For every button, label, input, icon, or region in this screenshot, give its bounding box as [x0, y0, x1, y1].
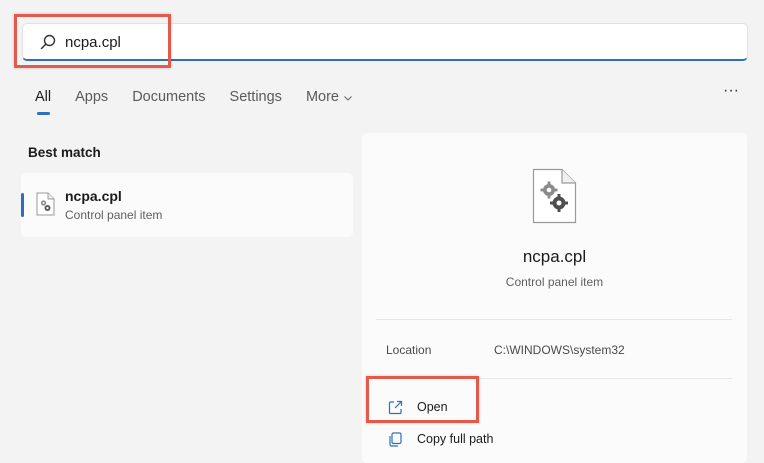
active-tab-indicator	[37, 112, 50, 115]
detail-subtitle: Control panel item	[505, 275, 604, 289]
open-external-icon	[388, 400, 403, 414]
chevron-down-icon	[344, 95, 352, 101]
result-name: ncpa.cpl	[65, 188, 122, 204]
location-label: Location	[386, 343, 432, 357]
control-panel-file-icon	[36, 192, 55, 216]
selection-indicator	[21, 193, 24, 217]
tab-more-label: More	[305, 89, 339, 105]
tab-documents[interactable]: Documents	[132, 89, 205, 105]
filter-tabs: All Apps Documents Settings More	[35, 89, 377, 105]
copy-path-action-button[interactable]: Copy full path	[384, 427, 493, 451]
detail-title: ncpa.cpl	[522, 247, 587, 266]
best-match-result[interactable]: ncpa.cpl Control panel item	[21, 173, 353, 237]
tab-more[interactable]: More	[306, 89, 353, 105]
tab-apps[interactable]: Apps	[75, 89, 108, 105]
location-value: C:\WINDOWS\system32	[494, 343, 625, 357]
search-box[interactable]	[22, 23, 748, 61]
copy-icon	[389, 431, 402, 447]
divider	[376, 378, 732, 379]
result-type: Control panel item	[65, 208, 163, 222]
copy-path-action-label: Copy full path	[417, 432, 494, 446]
open-action-label: Open	[417, 400, 448, 414]
open-action-button[interactable]: Open	[384, 395, 448, 419]
control-panel-file-icon	[532, 168, 577, 224]
search-icon	[40, 34, 56, 50]
tab-settings[interactable]: Settings	[230, 89, 282, 105]
details-pane: ncpa.cpl Control panel item Location C:\…	[362, 133, 747, 463]
best-match-heading: Best match	[28, 145, 101, 160]
tab-all[interactable]: All	[35, 89, 51, 105]
search-input[interactable]	[65, 30, 665, 54]
more-options-button[interactable]: ···	[719, 83, 743, 104]
divider	[376, 319, 732, 320]
